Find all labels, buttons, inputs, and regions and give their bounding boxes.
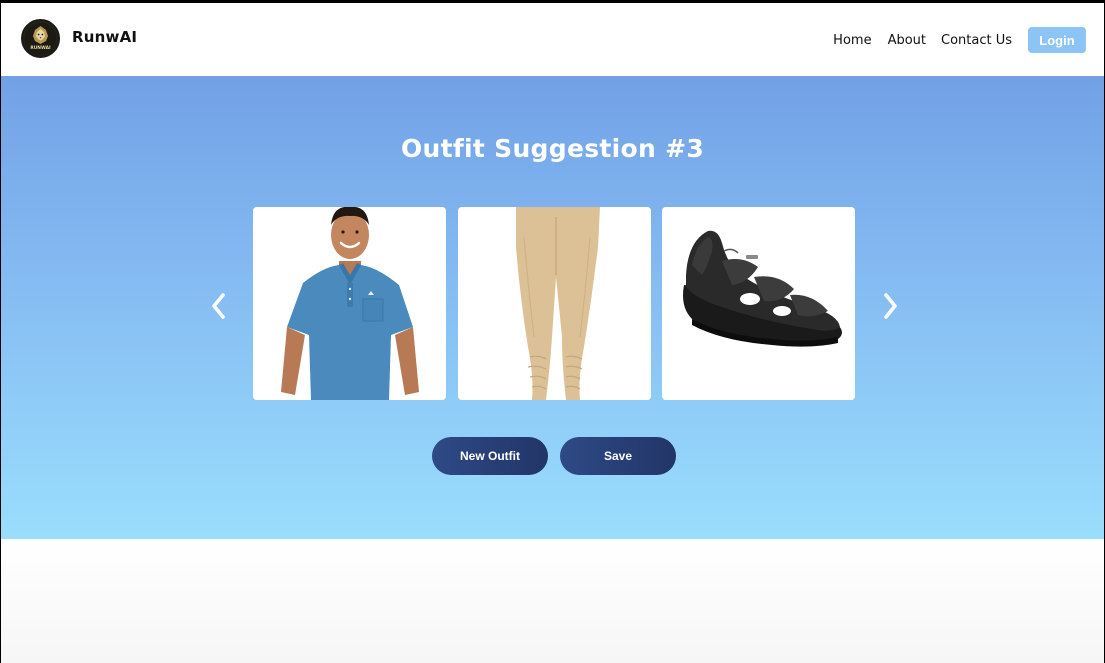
outfit-card-top[interactable] [253, 207, 446, 400]
blue-polo-image [253, 207, 446, 400]
brand-logo[interactable]: RUNWAI [21, 19, 60, 58]
carousel-next-button[interactable] [875, 289, 905, 323]
logo-wordmark: RUNWAI [30, 45, 51, 51]
beige-pants-image [458, 207, 651, 400]
top-navbar: RUNWAI RunwAI Home About Contact Us Logi… [1, 3, 1104, 76]
brand-name[interactable]: RunwAI [72, 28, 137, 46]
outfit-hero: Outfit Suggestion #3 New Outfit Save [1, 76, 1104, 539]
outfit-card-shoes[interactable] [662, 207, 855, 400]
chevron-right-icon [884, 293, 897, 319]
nav-home-link[interactable]: Home [833, 33, 871, 48]
nav-links: Home About Contact Us Login [833, 27, 1086, 53]
new-outfit-button[interactable]: New Outfit [432, 437, 548, 475]
nav-about-link[interactable]: About [888, 33, 926, 48]
outfit-card-bottom[interactable] [458, 207, 651, 400]
page-title: Outfit Suggestion #3 [400, 134, 705, 163]
chevron-left-icon [212, 293, 225, 319]
nav-contact-link[interactable]: Contact Us [941, 33, 1012, 48]
lion-logo-icon: RUNWAI [24, 22, 57, 55]
carousel-prev-button[interactable] [204, 289, 234, 323]
save-button[interactable]: Save [560, 437, 676, 475]
black-sandal-image [662, 207, 855, 400]
lower-content-area [1, 539, 1104, 663]
login-button[interactable]: Login [1028, 27, 1086, 53]
